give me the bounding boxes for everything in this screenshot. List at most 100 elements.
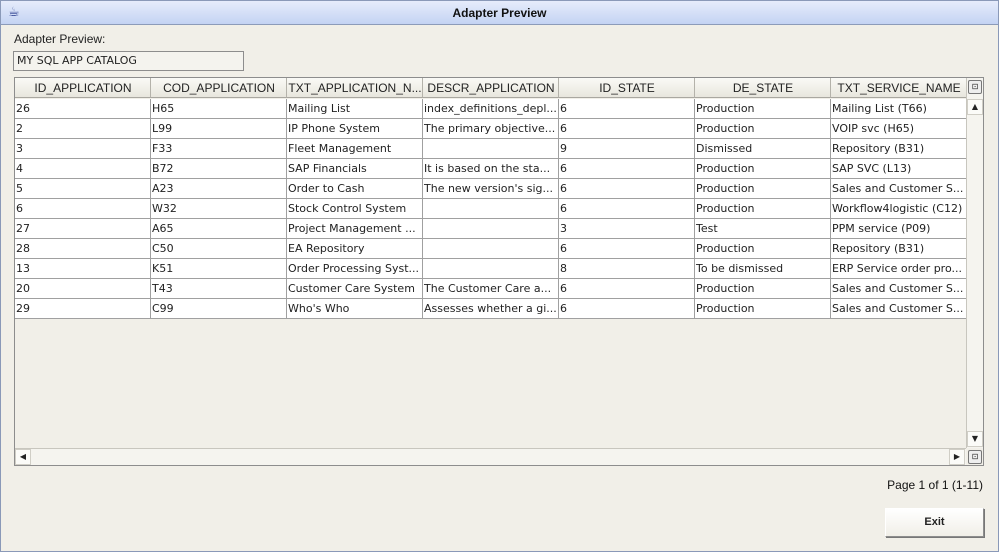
- table-cell[interactable]: F33: [151, 139, 287, 159]
- table-cell[interactable]: 6: [559, 199, 695, 219]
- table-row[interactable]: 29 C99 Who's Who Assesses whether a gi... 6 P…: [15, 299, 967, 319]
- table-cell[interactable]: Order to Cash: [287, 179, 423, 199]
- table-cell[interactable]: [423, 139, 559, 159]
- table-cell[interactable]: VOIP svc (H65): [831, 119, 967, 139]
- table-cell[interactable]: Production: [695, 179, 831, 199]
- table-cell[interactable]: 6: [559, 239, 695, 259]
- page-control-icon[interactable]: ⊡: [968, 450, 982, 464]
- table-cell[interactable]: W32: [151, 199, 287, 219]
- table-cell[interactable]: 29: [15, 299, 151, 319]
- scroll-right-button[interactable]: ▶: [949, 449, 965, 465]
- column-control-icon[interactable]: ⊡: [968, 80, 982, 94]
- table-cell[interactable]: Sales and Customer S...: [831, 179, 967, 199]
- table-cell[interactable]: Customer Care System: [287, 279, 423, 299]
- column-header[interactable]: DESCR_APPLICATION: [423, 78, 559, 98]
- table-cell[interactable]: L99: [151, 119, 287, 139]
- table-cell[interactable]: B72: [151, 159, 287, 179]
- table-cell[interactable]: T43: [151, 279, 287, 299]
- table-cell[interactable]: A23: [151, 179, 287, 199]
- table-cell[interactable]: Workflow4logistic (C12): [831, 199, 967, 219]
- table-row[interactable]: 3 F33 Fleet Management 9 Dismissed Repository…: [15, 139, 967, 159]
- table-cell[interactable]: The Customer Care a...: [423, 279, 559, 299]
- table-cell[interactable]: 6: [559, 179, 695, 199]
- table-cell[interactable]: Repository (B31): [831, 139, 967, 159]
- table-cell[interactable]: Assesses whether a gi...: [423, 299, 559, 319]
- table-cell[interactable]: It is based on the sta...: [423, 159, 559, 179]
- table-cell[interactable]: PPM service (P09): [831, 219, 967, 239]
- table-cell[interactable]: To be dismissed: [695, 259, 831, 279]
- table-cell[interactable]: 26: [15, 99, 151, 119]
- table-cell[interactable]: 27: [15, 219, 151, 239]
- scroll-left-button[interactable]: ◀: [15, 449, 31, 465]
- table-row[interactable]: 5 A23 Order to Cash The new version's sig..…: [15, 179, 967, 199]
- table-cell[interactable]: 3: [559, 219, 695, 239]
- table-cell[interactable]: IP Phone System: [287, 119, 423, 139]
- table-cell[interactable]: 6: [559, 99, 695, 119]
- table-row[interactable]: 6 W32 Stock Control System 6 Production Workf…: [15, 199, 967, 219]
- table-cell[interactable]: 6: [15, 199, 151, 219]
- scroll-up-button[interactable]: ▲: [967, 99, 983, 115]
- table-cell[interactable]: ERP Service order pro...: [831, 259, 967, 279]
- column-header[interactable]: TXT_SERVICE_NAME: [831, 78, 967, 98]
- column-header[interactable]: COD_APPLICATION: [151, 78, 287, 98]
- table-cell[interactable]: 20: [15, 279, 151, 299]
- table-cell[interactable]: 8: [559, 259, 695, 279]
- table-cell[interactable]: index_definitions_depl...: [423, 99, 559, 119]
- table-cell[interactable]: The new version's sig...: [423, 179, 559, 199]
- table-cell[interactable]: Production: [695, 199, 831, 219]
- table-cell[interactable]: Order Processing Syst...: [287, 259, 423, 279]
- table-cell[interactable]: [423, 199, 559, 219]
- table-cell[interactable]: A65: [151, 219, 287, 239]
- table-cell[interactable]: Repository (B31): [831, 239, 967, 259]
- table-cell[interactable]: EA Repository: [287, 239, 423, 259]
- table-cell[interactable]: 5: [15, 179, 151, 199]
- scroll-down-button[interactable]: ▼: [967, 431, 983, 447]
- table-cell[interactable]: [423, 239, 559, 259]
- table-cell[interactable]: Test: [695, 219, 831, 239]
- table-cell[interactable]: Who's Who: [287, 299, 423, 319]
- table-cell[interactable]: Production: [695, 119, 831, 139]
- table-cell[interactable]: C99: [151, 299, 287, 319]
- table-cell[interactable]: Production: [695, 299, 831, 319]
- table-cell[interactable]: 6: [559, 159, 695, 179]
- table-cell[interactable]: C50: [151, 239, 287, 259]
- table-cell[interactable]: 6: [559, 119, 695, 139]
- table-cell[interactable]: Production: [695, 99, 831, 119]
- table-row[interactable]: 20 T43 Customer Care System The Customer Ca…: [15, 279, 967, 299]
- table-row[interactable]: 28 C50 EA Repository 6 Production Repository …: [15, 239, 967, 259]
- column-header[interactable]: DE_STATE: [695, 78, 831, 98]
- table-cell[interactable]: The primary objective...: [423, 119, 559, 139]
- table-cell[interactable]: 13: [15, 259, 151, 279]
- vertical-scrollbar[interactable]: ⊡ ▲ ▼: [966, 78, 983, 448]
- table-cell[interactable]: 4: [15, 159, 151, 179]
- table-cell[interactable]: H65: [151, 99, 287, 119]
- table-cell[interactable]: K51: [151, 259, 287, 279]
- table-cell[interactable]: Project Management ...: [287, 219, 423, 239]
- table-cell[interactable]: 28: [15, 239, 151, 259]
- table-cell[interactable]: Sales and Customer S...: [831, 299, 967, 319]
- exit-button[interactable]: Exit: [885, 508, 984, 537]
- table-cell[interactable]: Stock Control System: [287, 199, 423, 219]
- table-cell[interactable]: Production: [695, 279, 831, 299]
- table-cell[interactable]: [423, 219, 559, 239]
- table-cell[interactable]: SAP SVC (L13): [831, 159, 967, 179]
- table-row[interactable]: 2 L99 IP Phone System The primary objective…: [15, 119, 967, 139]
- table-cell[interactable]: Sales and Customer S...: [831, 279, 967, 299]
- table-row[interactable]: 4 B72 SAP Financials It is based on the sta…: [15, 159, 967, 179]
- table-cell[interactable]: SAP Financials: [287, 159, 423, 179]
- table-cell[interactable]: 9: [559, 139, 695, 159]
- table-cell[interactable]: 6: [559, 299, 695, 319]
- column-header[interactable]: ID_APPLICATION: [15, 78, 151, 98]
- column-header[interactable]: TXT_APPLICATION_N...: [287, 78, 423, 98]
- table-row[interactable]: 26 H65 Mailing List index_definitions_depl.…: [15, 99, 967, 119]
- column-header[interactable]: ID_STATE: [559, 78, 695, 98]
- horizontal-scrollbar[interactable]: ◀ ▶: [15, 448, 966, 465]
- table-cell[interactable]: 6: [559, 279, 695, 299]
- table-cell[interactable]: Production: [695, 159, 831, 179]
- table-cell[interactable]: Fleet Management: [287, 139, 423, 159]
- table-row[interactable]: 13 K51 Order Processing Syst... 8 To be dism…: [15, 259, 967, 279]
- table-row[interactable]: 27 A65 Project Management ... 3 Test PPM serv…: [15, 219, 967, 239]
- table-cell[interactable]: Mailing List (T66): [831, 99, 967, 119]
- table-cell[interactable]: [423, 259, 559, 279]
- table-cell[interactable]: Production: [695, 239, 831, 259]
